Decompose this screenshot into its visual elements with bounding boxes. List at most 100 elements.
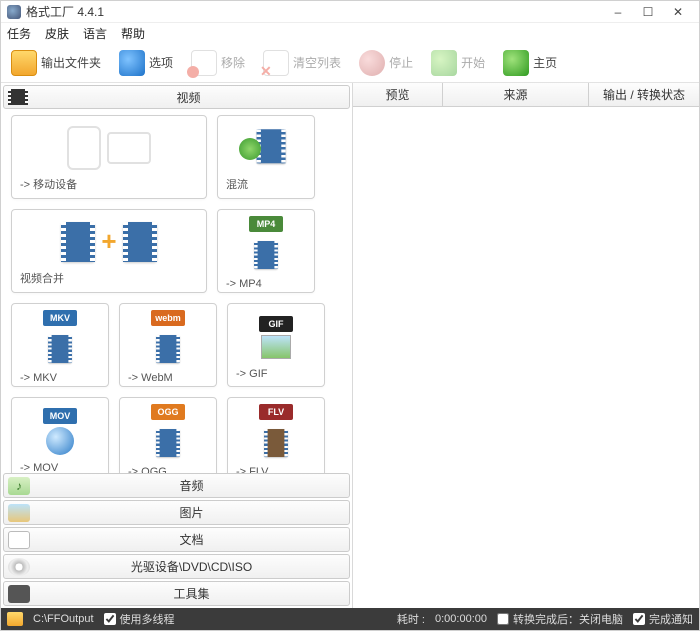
multithread-checkbox[interactable] <box>104 613 116 625</box>
category-disc-label: 光驱设备\DVD\CD\ISO <box>34 558 349 575</box>
output-folder-label: 输出文件夹 <box>41 54 101 71</box>
menu-help[interactable]: 帮助 <box>121 25 145 42</box>
toolkit-icon <box>8 585 30 603</box>
webm-badge: webm <box>151 310 185 326</box>
disc-icon <box>8 558 30 576</box>
elapsed-value: 0:00:00:00 <box>435 613 487 625</box>
options-label: 选项 <box>149 54 173 71</box>
minimize-button[interactable]: – <box>603 3 633 21</box>
tile-mp4-label: -> MP4 <box>226 275 306 290</box>
close-button[interactable]: ✕ <box>663 3 693 21</box>
tile-join-label: 视频合并 <box>20 267 198 286</box>
play-icon <box>431 50 457 76</box>
remove-button[interactable]: 移除 <box>185 48 251 78</box>
category-disc[interactable]: 光驱设备\DVD\CD\ISO <box>3 554 350 579</box>
menu-task[interactable]: 任务 <box>7 25 31 42</box>
category-document[interactable]: 文档 <box>3 527 350 552</box>
tile-mp4[interactable]: MP4 -> MP4 <box>217 209 315 293</box>
app-icon <box>7 5 21 19</box>
ogg-badge: OGG <box>151 404 185 420</box>
left-pane: 视频 -> 移动设备 <box>1 83 353 608</box>
shutdown-checkbox[interactable] <box>497 613 509 625</box>
tile-ogg-label: -> OGG <box>128 463 208 473</box>
multithread-label: 使用多线程 <box>120 611 175 627</box>
menu-skin[interactable]: 皮肤 <box>45 25 69 42</box>
clear-icon <box>263 50 289 76</box>
mux-art <box>226 122 306 173</box>
task-list[interactable] <box>353 107 699 608</box>
category-audio[interactable]: ♪ 音频 <box>3 473 350 498</box>
options-button[interactable]: 选项 <box>113 48 179 78</box>
tile-mkv[interactable]: MKV -> MKV <box>11 303 109 387</box>
category-image[interactable]: 图片 <box>3 500 350 525</box>
music-icon: ♪ <box>8 477 30 495</box>
category-video-label: 视频 <box>28 89 349 106</box>
document-icon <box>8 531 30 549</box>
category-document-label: 文档 <box>34 531 349 548</box>
mov-badge: MOV <box>43 408 77 424</box>
tile-gif[interactable]: GIF -> GIF <box>227 303 325 387</box>
film-icon <box>8 89 28 105</box>
stop-icon <box>359 50 385 76</box>
tile-webm-label: -> WebM <box>128 369 208 384</box>
home-icon <box>503 50 529 76</box>
tile-mkv-label: -> MKV <box>20 369 100 384</box>
stop-label: 停止 <box>389 54 413 71</box>
shutdown-check[interactable]: 转换完成后：关闭电脑 <box>497 611 623 627</box>
notify-label: 完成通知 <box>649 611 693 627</box>
statusbar: C:\FFOutput 使用多线程 耗时 : 0:00:00:00 转换完成后：… <box>1 608 699 630</box>
start-button[interactable]: 开始 <box>425 48 491 78</box>
category-audio-label: 音频 <box>34 477 349 494</box>
clear-list-button[interactable]: 清空列表 <box>257 48 347 78</box>
home-button[interactable]: 主页 <box>497 48 563 78</box>
remove-label: 移除 <box>221 54 245 71</box>
window-title: 格式工厂 4.4.1 <box>26 3 104 20</box>
col-source[interactable]: 来源 <box>443 83 589 106</box>
tile-mux-label: 混流 <box>226 173 306 192</box>
statusbar-folder-icon[interactable] <box>7 612 23 626</box>
maximize-button[interactable]: ☐ <box>633 3 663 21</box>
category-toolkit-label: 工具集 <box>34 585 349 602</box>
flv-badge: FLV <box>259 404 293 420</box>
elapsed-label: 耗时 : <box>397 611 425 627</box>
menu-language[interactable]: 语言 <box>83 25 107 42</box>
clear-list-label: 清空列表 <box>293 54 341 71</box>
tile-flv-label: -> FLV <box>236 463 316 473</box>
notify-checkbox[interactable] <box>633 613 645 625</box>
multithread-check[interactable]: 使用多线程 <box>104 611 175 627</box>
tile-mov[interactable]: MOV -> MOV <box>11 397 109 473</box>
tile-mobile[interactable]: -> 移动设备 <box>11 115 207 199</box>
mobile-art <box>20 122 198 173</box>
image-icon <box>8 504 30 522</box>
tile-mobile-label: -> 移动设备 <box>20 173 198 192</box>
category-image-label: 图片 <box>34 504 349 521</box>
tile-gif-label: -> GIF <box>236 365 316 380</box>
output-folder-button[interactable]: 输出文件夹 <box>5 48 107 78</box>
output-path[interactable]: C:\FFOutput <box>33 613 94 625</box>
main-area: 视频 -> 移动设备 <box>1 83 699 608</box>
tile-ogg[interactable]: OGG -> OGG <box>119 397 217 473</box>
category-video-header[interactable]: 视频 <box>3 85 350 109</box>
folder-icon <box>11 50 37 76</box>
home-label: 主页 <box>533 54 557 71</box>
tile-mux[interactable]: 混流 <box>217 115 315 199</box>
join-art: + <box>20 216 198 267</box>
options-icon <box>119 50 145 76</box>
tile-join[interactable]: + 视频合并 <box>11 209 207 293</box>
stop-button[interactable]: 停止 <box>353 48 419 78</box>
titlebar: 格式工厂 4.4.1 – ☐ ✕ <box>1 1 699 23</box>
start-label: 开始 <box>461 54 485 71</box>
menubar: 任务 皮肤 语言 帮助 <box>1 23 699 43</box>
notify-check[interactable]: 完成通知 <box>633 611 693 627</box>
toolbar: 输出文件夹 选项 移除 清空列表 停止 开始 主页 <box>1 43 699 83</box>
tile-webm[interactable]: webm -> WebM <box>119 303 217 387</box>
col-output-status[interactable]: 输出 / 转换状态 <box>589 83 699 106</box>
tile-mov-label: -> MOV <box>20 459 100 473</box>
mkv-badge: MKV <box>43 310 77 326</box>
video-tiles: -> 移动设备 混流 <box>1 111 352 473</box>
category-toolkit[interactable]: 工具集 <box>3 581 350 606</box>
column-headers: 预览 来源 输出 / 转换状态 <box>353 83 699 107</box>
col-preview[interactable]: 预览 <box>353 83 443 106</box>
tile-flv[interactable]: FLV -> FLV <box>227 397 325 473</box>
remove-icon <box>191 50 217 76</box>
